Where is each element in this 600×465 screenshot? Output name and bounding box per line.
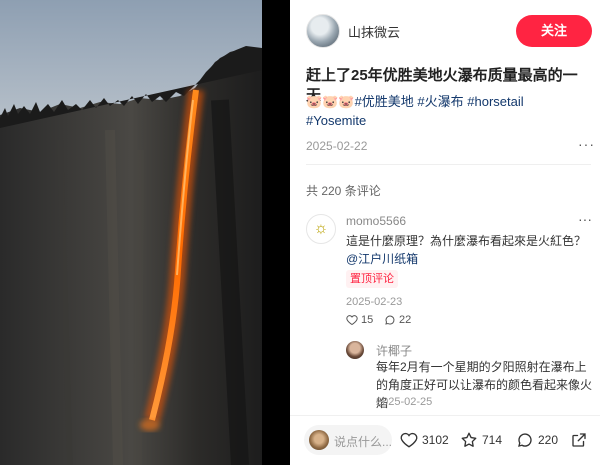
star-icon (461, 432, 477, 447)
comment-reply-button[interactable]: 22 (384, 314, 411, 326)
collect-button[interactable]: 714 (460, 430, 502, 450)
note-viewer: 山抹微云 关注 赶上了25年优胜美地火瀑布质量最高的一天 🐷🐷🐷#优胜美地 #火… (0, 0, 600, 465)
comment-date: 2025-02-23 (346, 296, 403, 308)
note-date: 2025-02-22 (306, 139, 368, 153)
image-gutter (262, 0, 290, 465)
share-button[interactable] (570, 430, 588, 450)
comment-count: 共 220 条评论 (306, 184, 381, 198)
sun-avatar-icon[interactable]: ☼ (306, 214, 336, 244)
comment-count-bottom: 220 (538, 433, 559, 447)
current-user-avatar (309, 430, 329, 450)
comment-reply-count: 22 (399, 314, 412, 326)
bottom-action-bar: 说点什么... 3102 714 220 (290, 415, 600, 465)
comment-icon (385, 315, 395, 325)
comment-username[interactable]: momo5566 (346, 214, 406, 228)
like-button[interactable]: 3102 (400, 430, 449, 450)
tag-link[interactable]: #优胜美地 (355, 94, 414, 109)
comment-more-button[interactable]: ··· (578, 211, 592, 227)
comment-icon (518, 433, 532, 447)
like-count: 3102 (422, 433, 449, 447)
author-avatar[interactable] (306, 14, 340, 48)
note-more-button[interactable]: ··· (578, 136, 595, 152)
share-icon (572, 433, 586, 447)
comment-input-placeholder: 说点什么... (334, 435, 393, 449)
author-name[interactable]: 山抹微云 (348, 22, 400, 41)
note-scroll-area[interactable]: 赶上了25年优胜美地火瀑布质量最高的一天 🐷🐷🐷#优胜美地 #火瀑布 #hors… (290, 62, 600, 415)
reply-username[interactable]: 许椰子 (376, 342, 412, 359)
note-tags: 🐷🐷🐷#优胜美地 #火瀑布 #horsetail #Yosemite (306, 92, 591, 130)
tag-link[interactable]: #火瀑布 (417, 94, 463, 109)
reply-avatar[interactable] (346, 341, 364, 359)
post-photo[interactable] (0, 0, 262, 465)
pinned-badge: 置顶评论 (346, 270, 398, 288)
author-header: 山抹微云 关注 (290, 0, 600, 62)
comment-input[interactable]: 说点什么... (304, 425, 392, 455)
heart-icon (400, 432, 418, 448)
heart-icon (346, 315, 358, 326)
divider (306, 164, 591, 165)
comment-text: 這是什麼原理？為什麼瀑布看起來是火紅色？ @江户川纸箱 (346, 232, 586, 268)
follow-button[interactable]: 关注 (516, 15, 592, 47)
tag-link[interactable]: #Yosemite (306, 113, 366, 128)
comment-body: 這是什麼原理？為什麼瀑布看起來是火紅色？ (346, 234, 587, 248)
collect-count: 714 (482, 433, 503, 447)
comment-like-count: 15 (361, 314, 374, 326)
pig-emoji-text: 🐷🐷🐷 (306, 94, 355, 109)
note-detail-panel: 山抹微云 关注 赶上了25年优胜美地火瀑布质量最高的一天 🐷🐷🐷#优胜美地 #火… (290, 0, 600, 465)
comment-like-button[interactable]: 15 (346, 314, 373, 326)
reply-date: 2025-02-25 (376, 396, 433, 408)
comment-mention[interactable]: @江户川纸箱 (346, 252, 418, 266)
comment-button[interactable]: 220 (516, 430, 558, 450)
tag-link[interactable]: #horsetail (467, 94, 523, 109)
firefall-image (0, 0, 262, 465)
